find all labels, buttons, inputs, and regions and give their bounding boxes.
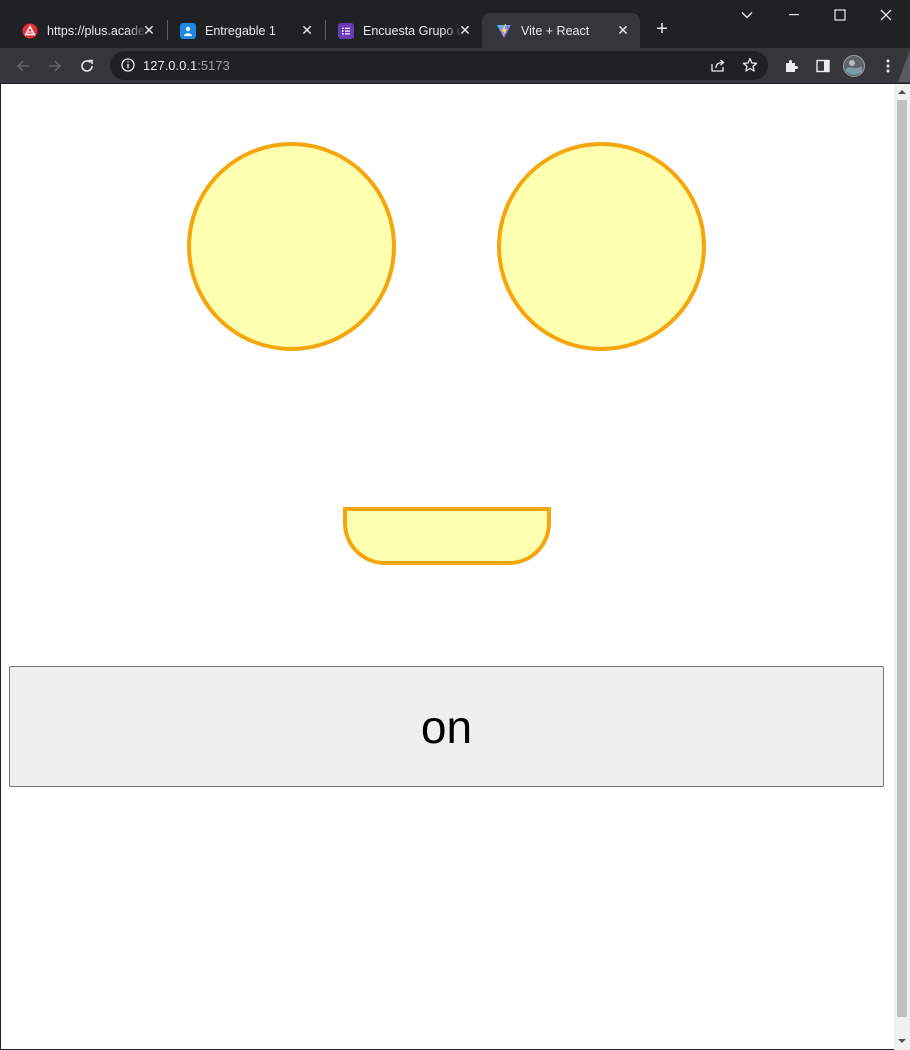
forms-icon <box>338 22 354 39</box>
forward-arrow-icon[interactable] <box>43 54 67 78</box>
back-arrow-icon[interactable] <box>11 54 35 78</box>
profile-avatar[interactable] <box>842 54 866 78</box>
share-icon[interactable] <box>710 58 726 78</box>
scrollbar-thumb[interactable] <box>897 100 907 1017</box>
scroll-down-arrow-icon[interactable] <box>894 1033 910 1049</box>
tab-strip: https://plus.academy ✕ Entregable 1 ✕ En… <box>0 0 910 48</box>
site-info-icon[interactable] <box>121 58 135 77</box>
tab-plus-academy[interactable]: https://plus.academy ✕ <box>8 13 166 48</box>
tab-entregable-1[interactable]: Entregable 1 ✕ <box>166 13 324 48</box>
browser-window: https://plus.academy ✕ Entregable 1 ✕ En… <box>0 0 910 1050</box>
scroll-up-arrow-icon[interactable] <box>894 84 910 100</box>
page-viewport: on <box>1 84 894 1049</box>
vertical-scrollbar[interactable] <box>894 84 910 1050</box>
url-port: :5173 <box>197 58 230 73</box>
close-tab-icon[interactable]: ✕ <box>300 23 314 37</box>
left-eye <box>187 142 396 351</box>
bookmark-star-icon[interactable] <box>742 57 758 78</box>
minimize-icon[interactable] <box>771 0 817 30</box>
tab-title: https://plus.academy <box>47 23 147 38</box>
academy-logo-icon <box>22 23 38 39</box>
address-bar[interactable]: 127.0.0.1:5173 <box>110 51 768 80</box>
close-tab-icon[interactable]: ✕ <box>616 23 630 37</box>
classroom-icon <box>180 22 196 39</box>
tab-title: Vite + React <box>521 23 590 38</box>
tab-vite-react[interactable]: Vite + React ✕ <box>482 13 640 48</box>
address-url[interactable]: 127.0.0.1:5173 <box>143 58 230 73</box>
tab-title: Encuesta Grupo de <box>363 23 463 38</box>
new-tab-button[interactable]: + <box>652 19 672 40</box>
tab-search-chevron-icon[interactable] <box>724 0 770 30</box>
resize-grip-icon <box>898 50 910 82</box>
toggle-button[interactable]: on <box>9 666 884 787</box>
maximize-icon[interactable] <box>817 0 863 30</box>
right-eye <box>497 142 706 351</box>
reload-icon[interactable] <box>75 54 99 78</box>
close-window-icon[interactable] <box>863 0 909 30</box>
side-panel-icon[interactable] <box>811 54 835 78</box>
extensions-puzzle-icon[interactable] <box>779 54 803 78</box>
vite-logo-icon <box>496 23 512 39</box>
browser-toolbar: 127.0.0.1:5173 <box>0 48 910 84</box>
url-host: 127.0.0.1 <box>143 58 198 73</box>
browser-menu-icon[interactable] <box>876 54 900 78</box>
close-tab-icon[interactable]: ✕ <box>142 23 156 37</box>
tab-title: Entregable 1 <box>205 23 276 38</box>
mouth <box>343 507 551 565</box>
tab-encuesta[interactable]: Encuesta Grupo de ✕ <box>324 13 482 48</box>
close-tab-icon[interactable]: ✕ <box>458 23 472 37</box>
